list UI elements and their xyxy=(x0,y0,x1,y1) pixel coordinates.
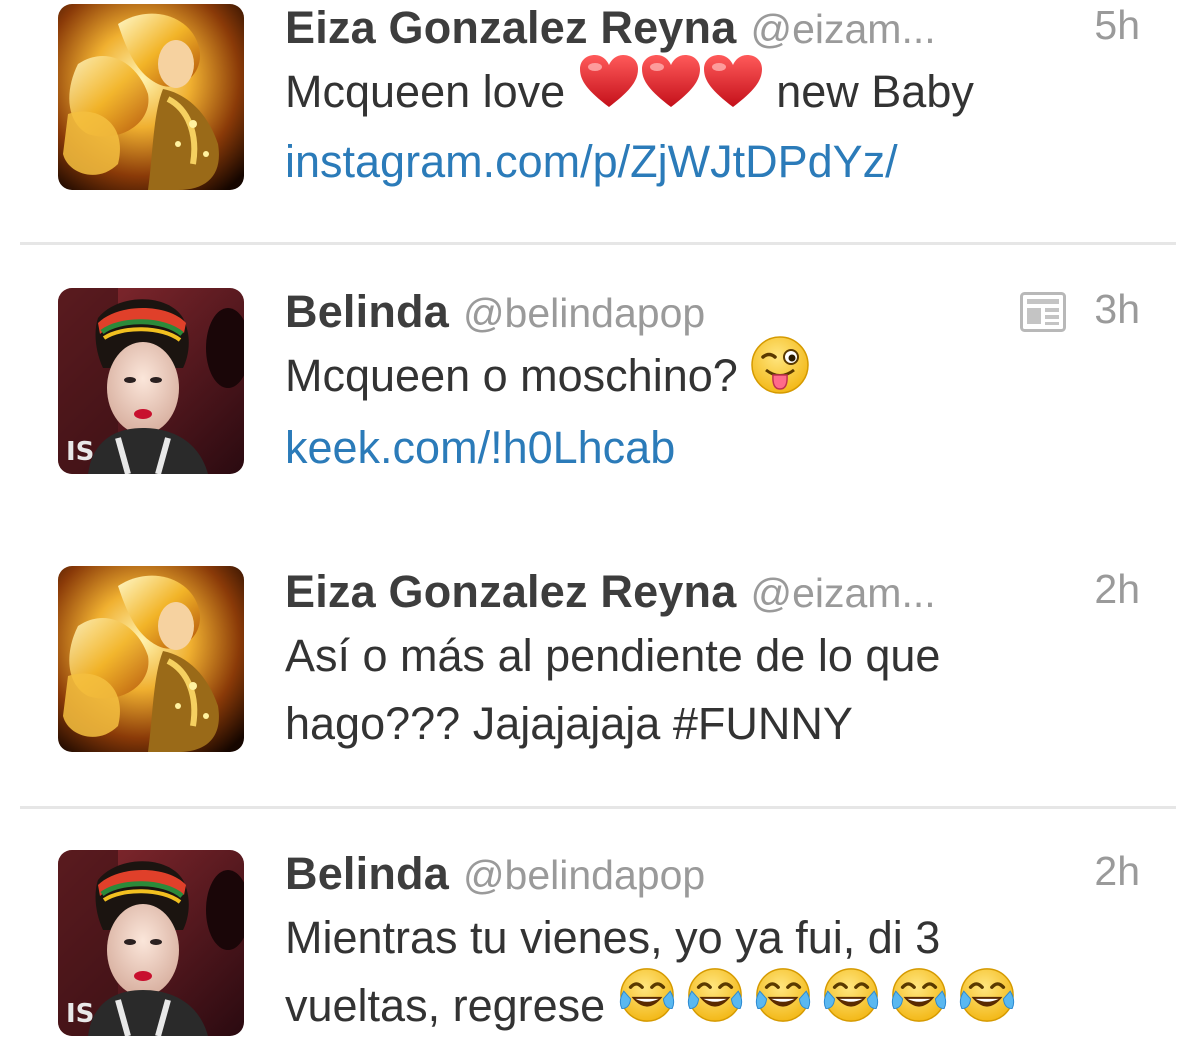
tweet-author-handle[interactable]: @belindapop xyxy=(463,852,705,898)
tweet-timestamp: 2h xyxy=(1094,848,1140,894)
tweet-divider xyxy=(20,806,1176,809)
svg-text:IS: IS xyxy=(66,999,94,1029)
tweet-timestamp: 2h xyxy=(1094,566,1140,612)
tweet-link[interactable]: instagram.com/p/ZjWJtDPdYz/ xyxy=(285,128,1140,196)
tweet-text-line: Mientras tu vienes, yo ya fui, di 3 xyxy=(285,912,941,963)
emoji-row xyxy=(618,967,1026,1031)
avatar-belinda[interactable]: IS xyxy=(58,850,244,1036)
tweet-item[interactable]: IS Belinda @belindapop 3h Mcqueen o mosc… xyxy=(0,246,1200,516)
tweet-item[interactable]: IS Belinda @belindapop 2h Mientras tu vie… xyxy=(0,810,1200,1055)
tweet-author-handle[interactable]: @eizam... xyxy=(750,570,935,616)
tears-of-joy-face-icon xyxy=(754,966,812,1043)
tweet-author-name[interactable]: Eiza Gonzalez Reyna xyxy=(285,2,736,53)
tweet-text: Mcqueen love new Baby xyxy=(285,54,1140,128)
tweet-text-line: Así o más al pendiente de lo que xyxy=(285,630,941,681)
tweet-timestamp: 5h xyxy=(1094,2,1140,48)
tweet-text-part: vueltas, regrese xyxy=(285,980,606,1031)
tweet-author-handle[interactable]: @eizam... xyxy=(750,6,935,52)
tears-of-joy-face-icon xyxy=(822,966,880,1043)
tweet-text: Mcqueen o moschino? xyxy=(285,335,1140,414)
tweet-author-name[interactable]: Belinda xyxy=(285,286,449,337)
svg-text:IS: IS xyxy=(66,437,94,467)
tweet-timestamp: 3h xyxy=(1094,286,1140,332)
tweet-text-part: Mcqueen love xyxy=(285,66,566,117)
tweet-divider xyxy=(20,242,1176,245)
article-preview-icon[interactable] xyxy=(1020,292,1066,332)
avatar-eiza[interactable] xyxy=(58,4,244,190)
red-heart-icon xyxy=(640,53,702,128)
timeline: Eiza Gonzalez Reyna @eizam... 5h Mcqueen … xyxy=(0,0,1200,1055)
tweet-item[interactable]: Eiza Gonzalez Reyna @eizam... 5h Mcqueen … xyxy=(0,0,1200,244)
tears-of-joy-face-icon xyxy=(686,966,744,1043)
winking-tongue-face-icon xyxy=(750,335,810,414)
tweet-link[interactable]: keek.com/!h0Lhcab xyxy=(285,414,1140,482)
tweet-text-part: new Baby xyxy=(776,66,974,117)
tweet-author-name[interactable]: Eiza Gonzalez Reyna xyxy=(285,566,736,617)
tweet-author-name[interactable]: Belinda xyxy=(285,848,449,899)
red-heart-icon xyxy=(578,53,640,128)
tweet-text-part: Mcqueen o moschino? xyxy=(285,350,738,401)
tweet-text: vueltas, regrese xyxy=(285,967,1140,1043)
tears-of-joy-face-icon xyxy=(618,966,676,1043)
tears-of-joy-face-icon xyxy=(890,966,948,1043)
tears-of-joy-face-icon xyxy=(958,966,1016,1043)
tweet-author-handle[interactable]: @belindapop xyxy=(463,290,705,336)
red-heart-icon xyxy=(702,53,764,128)
tweet-item[interactable]: Eiza Gonzalez Reyna @eizam... 2h Así o má… xyxy=(0,530,1200,808)
avatar-eiza[interactable] xyxy=(58,566,244,752)
tweet-text-line: hago??? Jajajajaja #FUNNY xyxy=(285,698,853,749)
avatar-belinda[interactable]: IS xyxy=(58,288,244,474)
